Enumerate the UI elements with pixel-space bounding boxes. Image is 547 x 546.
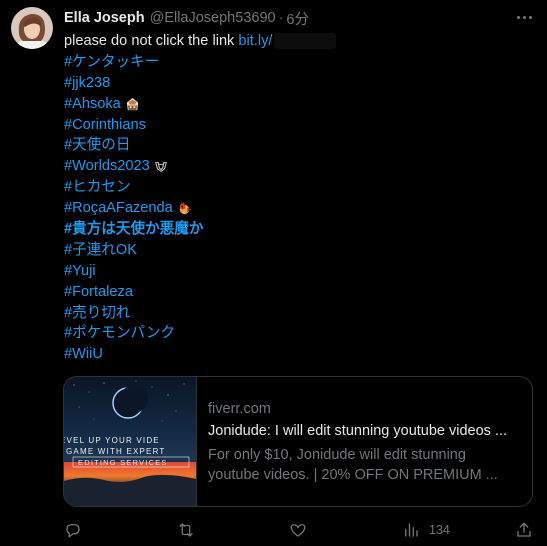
hashtag[interactable]: #Yuji [64, 261, 96, 282]
ahsoka-emoji-icon [125, 97, 140, 112]
card-text[interactable]: fiverr.com Jonidude: I will edit stunnin… [208, 399, 526, 485]
share-icon [515, 521, 533, 539]
hashtag[interactable]: #jjk238 [64, 73, 110, 94]
views-icon [402, 521, 420, 539]
author-name[interactable]: Ella Joseph [64, 10, 145, 26]
hashtag[interactable]: #貴方は天使か悪魔か [64, 219, 203, 240]
card-description-line-1: For only $10, Jonidude will edit stunnin… [208, 447, 466, 463]
link-card[interactable]: EVEL UP YOUR VIDE GAME WITH EXPERT EDITI… [63, 376, 533, 507]
hashtag[interactable]: #Fortaleza [64, 282, 133, 303]
hashtag[interactable]: #Ahsoka [64, 94, 121, 115]
hashtag[interactable]: #子連れOK [64, 240, 137, 261]
views-count: 134 [429, 523, 450, 537]
thumbnail-text-3: EDITING SERVICES [78, 458, 168, 467]
worlds-trophy-icon [154, 160, 168, 174]
avatar[interactable] [11, 7, 53, 49]
tweet-lead-text: please do not click the link [64, 33, 235, 49]
heart-icon [289, 521, 307, 539]
card-thumbnail[interactable]: EVEL UP YOUR VIDE GAME WITH EXPERT EDITI… [64, 377, 196, 506]
tweet[interactable]: Ella Joseph @EllaJoseph53690 · 6分 please… [0, 0, 547, 546]
hashtag[interactable]: #Corinthians [64, 115, 146, 136]
card-domain: fiverr.com [208, 401, 271, 417]
hashtag[interactable]: #Worlds2023 [64, 156, 150, 177]
card-divider [196, 377, 197, 506]
hashtag[interactable]: #RoçaAFazenda [64, 198, 173, 219]
hashtag[interactable]: #売り切れ [64, 303, 131, 324]
timestamp[interactable]: 6分 [286, 8, 309, 29]
tweet-lead-line: please do not click the link bit.ly/ [64, 31, 534, 52]
more-icon[interactable] [513, 8, 535, 26]
retweet-icon [176, 521, 196, 539]
retweet-button[interactable] [176, 519, 196, 541]
hashtag[interactable]: #ケンタッキー [64, 52, 159, 73]
tweet-actions: 134 [64, 519, 539, 541]
hashtag[interactable]: #ポケモンパンク [64, 323, 175, 344]
views-button[interactable]: 134 [402, 519, 450, 541]
thumbnail-text-2: GAME WITH EXPERT [66, 447, 166, 456]
hashtag[interactable]: #WiiU [64, 344, 103, 365]
thumbnail-text-1: EVEL UP YOUR VIDE [64, 436, 160, 445]
redacted-link-part [274, 33, 337, 50]
card-description-line-2: youtube videos. | 20% OFF ON PREMIUM ... [208, 467, 498, 483]
hashtag[interactable]: #天使の日 [64, 135, 131, 156]
reply-button[interactable] [64, 519, 82, 541]
tweet-text: please do not click the link bit.ly/ #ケン… [64, 31, 534, 365]
hashtag[interactable]: #ヒカセン [64, 177, 131, 198]
separator: · [278, 10, 284, 26]
rooster-emoji-icon [177, 201, 192, 216]
reply-icon [64, 521, 82, 539]
card-description: For only $10, Jonidude will edit stunnin… [208, 445, 526, 485]
tweet-link[interactable]: bit.ly/ [238, 31, 272, 52]
card-title: Jonidude: I will edit stunning youtube v… [208, 423, 508, 439]
share-button[interactable] [515, 519, 533, 541]
tweet-header: Ella Joseph @EllaJoseph53690 · 6分 [64, 8, 309, 29]
like-button[interactable] [289, 519, 307, 541]
author-handle[interactable]: @EllaJoseph53690 [150, 10, 276, 26]
